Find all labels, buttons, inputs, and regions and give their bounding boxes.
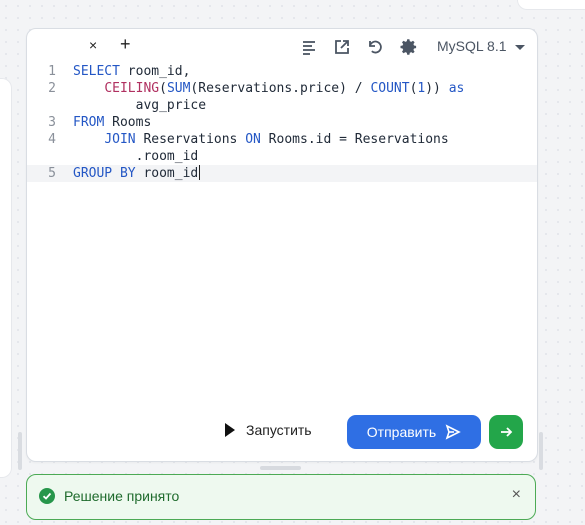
code-text-1[interactable]: SELECT room_id, — [73, 63, 190, 80]
submit-button-label: Отправить — [366, 424, 437, 440]
code-text-4-wrap[interactable]: .room_id — [73, 148, 199, 165]
status-message: Решение принято — [64, 488, 180, 504]
code-line-5[interactable]: 5 GROUP BY room_id — [27, 165, 537, 182]
bottom-resize-handle[interactable] — [260, 466, 301, 470]
code-text-2[interactable]: CEILING(SUM(Reservations.price) / COUNT(… — [73, 80, 464, 97]
reset-icon[interactable] — [366, 38, 384, 56]
next-step-button[interactable] — [489, 415, 523, 449]
top-right-card — [517, 0, 585, 10]
run-button-label: Запустить — [246, 422, 312, 438]
chevron-down-icon — [514, 44, 525, 50]
code-line-3[interactable]: 3 FROM Rooms — [27, 114, 537, 131]
code-editor[interactable]: 1 SELECT room_id, 2 CEILING(SUM(Reservat… — [27, 63, 537, 363]
database-version-label: MySQL 8.1 — [437, 38, 507, 54]
right-resize-handle[interactable] — [539, 432, 543, 470]
code-line-1[interactable]: 1 SELECT room_id, — [27, 63, 537, 80]
success-check-icon — [39, 488, 55, 504]
open-external-icon[interactable] — [333, 38, 351, 56]
editor-toolbar: × + MySQL 8.1 — [27, 29, 537, 63]
code-text-3[interactable]: FROM Rooms — [73, 114, 151, 131]
code-line-2[interactable]: 2 CEILING(SUM(Reservations.price) / COUN… — [27, 80, 537, 97]
sql-editor-card: × + MySQL 8.1 1 SELECT room_id, 2 CEILIN… — [26, 28, 538, 462]
line-number: 3 — [48, 115, 56, 130]
play-icon — [225, 423, 235, 437]
code-text-2-wrap[interactable]: avg_price — [73, 97, 206, 114]
run-button[interactable]: Запустить — [225, 422, 312, 438]
line-number: 5 — [48, 166, 56, 181]
add-tab-button[interactable]: + — [120, 34, 131, 55]
send-icon — [445, 424, 461, 440]
settings-icon[interactable] — [400, 38, 418, 56]
database-version-select[interactable]: MySQL 8.1 — [437, 38, 525, 54]
code-line-2-wrap[interactable]: avg_price — [27, 97, 537, 114]
left-resize-handle[interactable] — [18, 432, 22, 470]
line-number: 4 — [48, 132, 56, 147]
format-code-icon[interactable] — [300, 38, 318, 56]
left-side-panel — [0, 78, 12, 478]
line-number: 2 — [48, 81, 56, 96]
arrow-right-icon — [501, 427, 513, 437]
line-number: 1 — [48, 64, 56, 79]
code-line-4-wrap[interactable]: .room_id — [27, 148, 537, 165]
close-tab-button[interactable]: × — [89, 37, 97, 53]
code-line-4[interactable]: 4 JOIN Reservations ON Rooms.id = Reserv… — [27, 131, 537, 148]
text-cursor — [199, 165, 201, 180]
status-bar: Решение принято × — [26, 474, 536, 520]
submit-button[interactable]: Отправить — [347, 415, 481, 449]
code-text-5[interactable]: GROUP BY room_id — [73, 165, 201, 182]
code-text-4[interactable]: JOIN Reservations ON Rooms.id = Reservat… — [73, 131, 448, 148]
close-status-button[interactable]: × — [512, 486, 521, 504]
